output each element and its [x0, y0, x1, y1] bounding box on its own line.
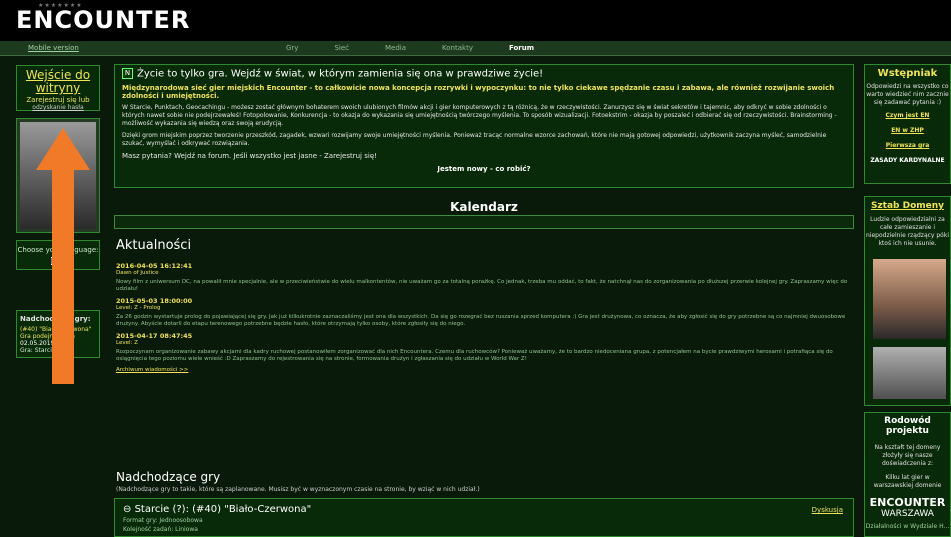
project-footer: Działalności w Wydziale H...: [865, 523, 950, 530]
n-logo-icon: N: [122, 68, 133, 79]
game-title[interactable]: ⊖ Starcie (?): (#40) "Biało-Czerwona": [123, 504, 845, 515]
welcome-title: N Życie to tylko gra. Wejdź w świat, w kt…: [122, 68, 846, 80]
register-link[interactable]: Zarejestruj się lub: [17, 96, 99, 104]
intro-link-what-is-en[interactable]: Czym jest EN: [865, 112, 950, 119]
logo2-top: ENCOUNTER: [869, 496, 946, 509]
game-order: Kolejność zadań: Liniowa: [123, 526, 198, 533]
game-format: Format gry: Jednoosobowa: [123, 517, 203, 524]
gamepad-icon: ⊖: [123, 504, 132, 515]
nav-item-media[interactable]: Media: [385, 44, 406, 52]
news-text: Nowy film z uniwersum DC, na powalił mni…: [116, 279, 848, 292]
mobile-version-link[interactable]: Mobile version: [28, 44, 79, 52]
project-origin-box: Rodowód projektu Na kształt tej domeny z…: [864, 412, 951, 537]
intro-box: Wstępniak Odpowiedzi na wszystko co wart…: [864, 64, 951, 184]
new-user-link[interactable]: Jestem nowy - co robić?: [122, 165, 846, 173]
news-text: Rozpoczynam organizowanie zabawy akcjami…: [116, 349, 833, 362]
news-list: 2016-04-05 16:12:41 Dawn of Justice Nowy…: [116, 258, 856, 374]
news-subtitle: Dawn of Justice: [116, 270, 159, 276]
project-heading: Rodowód projektu: [884, 416, 931, 436]
nav-item-gry[interactable]: Gry: [286, 44, 298, 52]
project-desc-2: Kilku lat gier w warszawskiej domenie: [873, 474, 942, 489]
news-date: 2016-04-05 16:12:41: [116, 262, 193, 270]
nav-item-kontakty[interactable]: Kontakty: [442, 44, 473, 52]
welcome-paragraph-1: W Starcie, Punktach, Geocachingu - możes…: [122, 103, 837, 127]
game-title-text[interactable]: Starcie (?): (#40) "Biało-Czerwona": [135, 504, 312, 515]
project-desc: Na kształt tej domeny złożyły się nasze …: [874, 444, 941, 467]
welcome-box: N Życie to tylko gra. Wejdź w świat, w kt…: [114, 64, 854, 188]
news-subtitle: Level: Z - Prolog: [116, 305, 161, 311]
game-card: ⊖ Starcie (?): (#40) "Biało-Czerwona" Fo…: [114, 498, 854, 537]
welcome-question[interactable]: Masz pytania? Wejdź na forum. Jeśli wszy…: [122, 152, 846, 160]
intro-desc: Odpowiedzi na wszystko co warto wiedzieć…: [866, 83, 949, 106]
welcome-lead: Międzynarodowa sieć gier miejskich Encou…: [122, 83, 835, 100]
news-subtitle: Level: Z: [116, 340, 138, 346]
staff-photo-2[interactable]: [873, 347, 946, 399]
logo-stars: ★★★★★★★: [38, 2, 83, 9]
upcoming-heading: Nadchodzące gry: [116, 470, 221, 484]
nav-item-siec[interactable]: Sieć: [334, 44, 349, 52]
news-heading: Aktualności: [116, 238, 192, 253]
news-date: 2015-04-17 08:47:45: [116, 332, 193, 340]
main-nav: Mobile version Gry Sieć Media Kontakty F…: [0, 41, 951, 56]
nav-items: Gry Sieć Media Kontakty Forum: [286, 44, 570, 52]
top-bar: ★★★★★★★ ENCOUNTER: [0, 0, 951, 41]
intro-heading: Wstępniak: [877, 68, 938, 79]
nav-item-forum[interactable]: Forum: [509, 44, 534, 52]
site-logo[interactable]: ★★★★★★★ ENCOUNTER: [16, 2, 191, 34]
welcome-paragraph-2: Dzięki grom miejskim poprzez tworzenie p…: [122, 131, 827, 147]
encounter-warszawa-logo[interactable]: ENCOUNTER WARSZAWA: [865, 496, 950, 519]
news-archive-link[interactable]: Archiwum wiadomości >>: [116, 367, 856, 374]
arrow-annotation: [36, 128, 90, 384]
domain-heading[interactable]: Sztab Domeny: [865, 201, 950, 211]
discussion-link[interactable]: Dyskusja: [812, 506, 843, 514]
welcome-title-text: Życie to tylko gra. Wejdź w świat, w któ…: [137, 68, 544, 80]
upcoming-subtitle: (Nadchodzące gry to takie, które są zapl…: [116, 486, 480, 493]
news-date: 2015-05-03 18:00:00: [116, 297, 193, 305]
intro-rules[interactable]: ZASADY KARDYNALNE: [865, 157, 950, 164]
news-text: Za 26 godzin wystartuje prolog do pojawi…: [116, 314, 846, 327]
logo-text: ENCOUNTER: [16, 6, 191, 34]
logo2-bottom: WARSZAWA: [881, 509, 934, 519]
calendar-bar[interactable]: [114, 215, 854, 229]
intro-link-en-zhp[interactable]: EN w ZHP: [865, 127, 950, 134]
domain-staff-box: Sztab Domeny Ludzie odpowiedzialni za ca…: [864, 196, 951, 406]
calendar-title: Kalendarz: [450, 200, 518, 214]
domain-desc: Ludzie odpowiedzialni za całe zamieszani…: [866, 216, 949, 247]
staff-photo-1[interactable]: [873, 259, 946, 339]
intro-link-first-game[interactable]: Pierwsza gra: [865, 142, 950, 149]
login-title[interactable]: Wejście do witryny: [17, 69, 99, 95]
login-box: Wejście do witryny Zarejestruj się lub o…: [16, 65, 100, 111]
recover-password-link[interactable]: odzyskanie hasła: [17, 104, 99, 111]
